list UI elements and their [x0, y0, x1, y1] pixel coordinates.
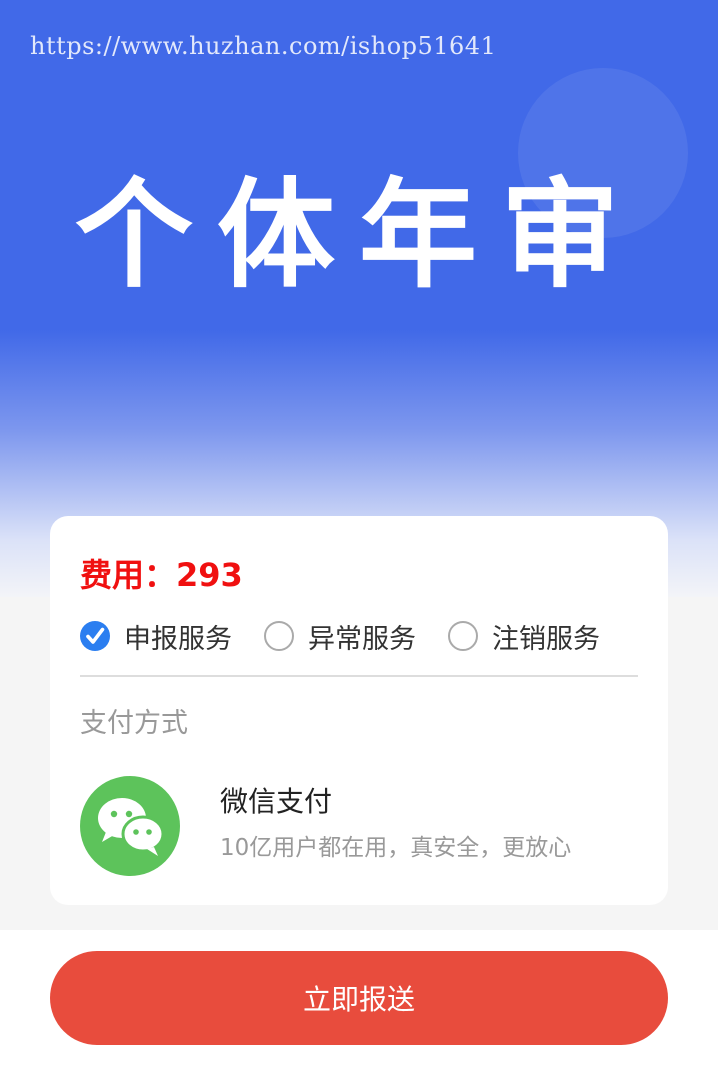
payment-method-title: 支付方式 — [80, 708, 188, 739]
payment-description: 10亿用户都在用，真安全，更放心 — [220, 835, 572, 861]
radio-unchecked-icon[interactable] — [264, 621, 294, 651]
submit-button[interactable]: 立即报送 — [50, 951, 668, 1045]
divider — [80, 675, 638, 677]
payment-name[interactable]: 微信支付 — [220, 780, 332, 820]
page-title: 个体年审 — [74, 166, 643, 304]
option-label: 异常服务 — [308, 623, 416, 655]
wechat-logo-glyph — [98, 798, 165, 856]
watermark-url: https://www.huzhan.com/ishop51641 — [30, 32, 497, 60]
fee-label: 费用：293 — [80, 556, 243, 594]
radio-unchecked-icon[interactable] — [448, 621, 478, 651]
service-options: 申报服务 异常服务 注销服务 — [80, 618, 640, 655]
option-abnormal-service[interactable]: 异常服务 — [264, 618, 416, 655]
option-label: 申报服务 — [124, 623, 232, 655]
bottom-bar: 立即报送 — [0, 930, 718, 1065]
checkmark-icon — [86, 627, 105, 644]
option-label: 注销服务 — [492, 623, 600, 655]
wechat-icon[interactable] — [80, 776, 180, 876]
header-banner: https://www.huzhan.com/ishop51641 个体年审 — [0, 0, 718, 597]
order-card: 费用：293 申报服务 异常服务 注销服务 支付方式 微信支付 10亿用户都在用… — [50, 516, 668, 905]
option-cancel-service[interactable]: 注销服务 — [448, 618, 600, 655]
option-declare-service[interactable]: 申报服务 — [80, 618, 232, 655]
radio-checked-icon[interactable] — [80, 621, 110, 651]
